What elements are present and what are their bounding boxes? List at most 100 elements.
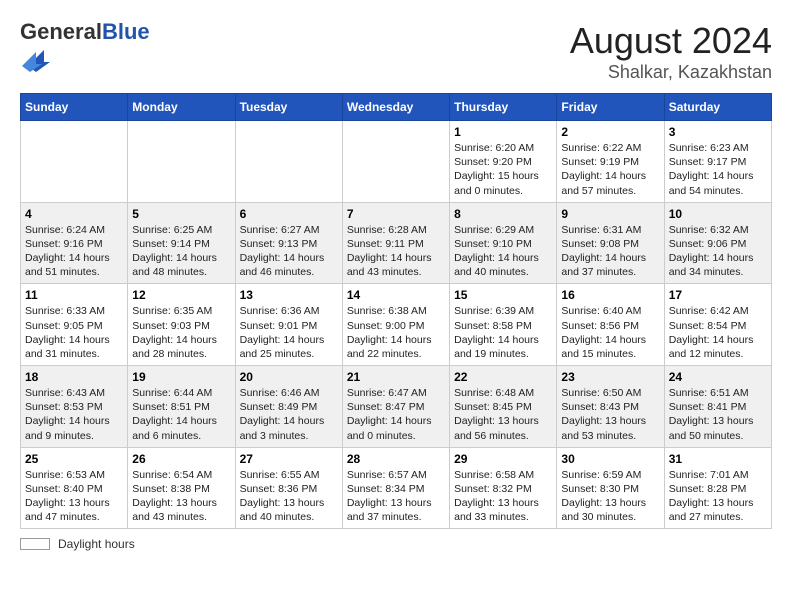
table-row: 22 Sunrise: 6:48 AMSunset: 8:45 PMDayligh… <box>450 366 557 448</box>
location-title: Shalkar, Kazakhstan <box>570 62 772 83</box>
table-row: 2 Sunrise: 6:22 AMSunset: 9:19 PMDaylight… <box>557 121 664 203</box>
day-info: Sunrise: 6:47 AMSunset: 8:47 PMDaylight:… <box>347 386 445 443</box>
table-row: 1Sunrise: 6:20 AMSunset: 9:20 PMDaylight… <box>450 121 557 203</box>
day-info: Sunrise: 6:55 AMSunset: 8:36 PMDaylight:… <box>240 468 338 525</box>
table-row: 11Sunrise: 6:33 AMSunset: 9:05 PMDayligh… <box>21 284 128 366</box>
table-row: 23 Sunrise: 6:50 AMSunset: 8:43 PMDayligh… <box>557 366 664 448</box>
day-header: Tuesday <box>235 94 342 121</box>
table-row: 18 Sunrise: 6:43 AMSunset: 8:53 PMDayligh… <box>21 366 128 448</box>
day-number: 11 <box>25 288 123 302</box>
day-header: Saturday <box>664 94 771 121</box>
day-number: 18 <box>25 370 123 384</box>
day-number: 10 <box>669 207 767 221</box>
day-info: Sunrise: 6:31 AMSunset: 9:08 PMDaylight:… <box>561 223 659 280</box>
table-row: 3 Sunrise: 6:23 AMSunset: 9:17 PMDaylight… <box>664 121 771 203</box>
table-row: 31 Sunrise: 7:01 AMSunset: 8:28 PMDayligh… <box>664 447 771 529</box>
table-row: 27 Sunrise: 6:55 AMSunset: 8:36 PMDayligh… <box>235 447 342 529</box>
day-number: 6 <box>240 207 338 221</box>
day-info: Sunrise: 6:24 AMSunset: 9:16 PMDaylight:… <box>25 223 123 280</box>
day-number: 22 <box>454 370 552 384</box>
table-row <box>235 121 342 203</box>
day-info: Sunrise: 6:54 AMSunset: 8:38 PMDaylight:… <box>132 468 230 525</box>
table-row: 9 Sunrise: 6:31 AMSunset: 9:08 PMDaylight… <box>557 202 664 284</box>
table-row: 17 Sunrise: 6:42 AMSunset: 8:54 PMDayligh… <box>664 284 771 366</box>
day-info: Sunrise: 6:40 AMSunset: 8:56 PMDaylight:… <box>561 304 659 361</box>
table-row: 15 Sunrise: 6:39 AMSunset: 8:58 PMDayligh… <box>450 284 557 366</box>
table-row: 6 Sunrise: 6:27 AMSunset: 9:13 PMDaylight… <box>235 202 342 284</box>
day-info: Sunrise: 6:20 AMSunset: 9:20 PMDaylight:… <box>454 141 552 198</box>
table-row: 21 Sunrise: 6:47 AMSunset: 8:47 PMDayligh… <box>342 366 449 448</box>
day-header: Monday <box>128 94 235 121</box>
day-number: 17 <box>669 288 767 302</box>
month-title: August 2024 <box>570 20 772 62</box>
table-row: 4 Sunrise: 6:24 AMSunset: 9:16 PMDaylight… <box>21 202 128 284</box>
day-number: 9 <box>561 207 659 221</box>
day-info: Sunrise: 6:28 AMSunset: 9:11 PMDaylight:… <box>347 223 445 280</box>
logo-blue: Blue <box>102 19 150 44</box>
day-number: 16 <box>561 288 659 302</box>
day-header: Wednesday <box>342 94 449 121</box>
day-info: Sunrise: 6:43 AMSunset: 8:53 PMDaylight:… <box>25 386 123 443</box>
day-header: Friday <box>557 94 664 121</box>
table-row: 30 Sunrise: 6:59 AMSunset: 8:30 PMDayligh… <box>557 447 664 529</box>
day-number: 3 <box>669 125 767 139</box>
day-info: Sunrise: 6:22 AMSunset: 9:19 PMDaylight:… <box>561 141 659 198</box>
day-number: 24 <box>669 370 767 384</box>
title-block: August 2024 Shalkar, Kazakhstan <box>570 20 772 83</box>
day-info: Sunrise: 6:50 AMSunset: 8:43 PMDaylight:… <box>561 386 659 443</box>
day-info: Sunrise: 6:58 AMSunset: 8:32 PMDaylight:… <box>454 468 552 525</box>
day-info: Sunrise: 6:48 AMSunset: 8:45 PMDaylight:… <box>454 386 552 443</box>
day-info: Sunrise: 6:36 AMSunset: 9:01 PMDaylight:… <box>240 304 338 361</box>
day-info: Sunrise: 6:39 AMSunset: 8:58 PMDaylight:… <box>454 304 552 361</box>
day-info: Sunrise: 6:38 AMSunset: 9:00 PMDaylight:… <box>347 304 445 361</box>
table-row <box>342 121 449 203</box>
table-row: 14Sunrise: 6:38 AMSunset: 9:00 PMDayligh… <box>342 284 449 366</box>
day-info: Sunrise: 6:27 AMSunset: 9:13 PMDaylight:… <box>240 223 338 280</box>
table-row <box>128 121 235 203</box>
logo-icon <box>22 44 50 72</box>
table-row <box>21 121 128 203</box>
day-number: 2 <box>561 125 659 139</box>
day-number: 13 <box>240 288 338 302</box>
day-number: 31 <box>669 452 767 466</box>
table-row: 25 Sunrise: 6:53 AMSunset: 8:40 PMDayligh… <box>21 447 128 529</box>
day-info: Sunrise: 6:53 AMSunset: 8:40 PMDaylight:… <box>25 468 123 525</box>
day-number: 28 <box>347 452 445 466</box>
day-info: Sunrise: 6:44 AMSunset: 8:51 PMDaylight:… <box>132 386 230 443</box>
day-number: 15 <box>454 288 552 302</box>
day-number: 19 <box>132 370 230 384</box>
day-number: 8 <box>454 207 552 221</box>
table-row: 24 Sunrise: 6:51 AMSunset: 8:41 PMDayligh… <box>664 366 771 448</box>
day-number: 27 <box>240 452 338 466</box>
table-row: 13 Sunrise: 6:36 AMSunset: 9:01 PMDayligh… <box>235 284 342 366</box>
day-info: Sunrise: 6:29 AMSunset: 9:10 PMDaylight:… <box>454 223 552 280</box>
day-number: 4 <box>25 207 123 221</box>
day-number: 30 <box>561 452 659 466</box>
day-number: 25 <box>25 452 123 466</box>
logo-general: General <box>20 19 102 44</box>
table-row: 19 Sunrise: 6:44 AMSunset: 8:51 PMDayligh… <box>128 366 235 448</box>
table-row: 16 Sunrise: 6:40 AMSunset: 8:56 PMDayligh… <box>557 284 664 366</box>
table-row: 5Sunrise: 6:25 AMSunset: 9:14 PMDaylight… <box>128 202 235 284</box>
table-row: 20Sunrise: 6:46 AMSunset: 8:49 PMDayligh… <box>235 366 342 448</box>
day-header: Thursday <box>450 94 557 121</box>
page-header: GeneralBlue August 2024 Shalkar, Kazakhs… <box>20 20 772 83</box>
day-number: 23 <box>561 370 659 384</box>
day-info: Sunrise: 7:01 AMSunset: 8:28 PMDaylight:… <box>669 468 767 525</box>
day-info: Sunrise: 6:57 AMSunset: 8:34 PMDaylight:… <box>347 468 445 525</box>
day-info: Sunrise: 6:42 AMSunset: 8:54 PMDaylight:… <box>669 304 767 361</box>
day-number: 26 <box>132 452 230 466</box>
day-number: 29 <box>454 452 552 466</box>
day-info: Sunrise: 6:23 AMSunset: 9:17 PMDaylight:… <box>669 141 767 198</box>
table-row: 29 Sunrise: 6:58 AMSunset: 8:32 PMDayligh… <box>450 447 557 529</box>
day-number: 20 <box>240 370 338 384</box>
day-header: Sunday <box>21 94 128 121</box>
day-number: 21 <box>347 370 445 384</box>
table-row: 8 Sunrise: 6:29 AMSunset: 9:10 PMDaylight… <box>450 202 557 284</box>
day-number: 5 <box>132 207 230 221</box>
day-number: 12 <box>132 288 230 302</box>
table-row: 26 Sunrise: 6:54 AMSunset: 8:38 PMDayligh… <box>128 447 235 529</box>
table-row: 10Sunrise: 6:32 AMSunset: 9:06 PMDayligh… <box>664 202 771 284</box>
day-info: Sunrise: 6:59 AMSunset: 8:30 PMDaylight:… <box>561 468 659 525</box>
day-info: Sunrise: 6:51 AMSunset: 8:41 PMDaylight:… <box>669 386 767 443</box>
